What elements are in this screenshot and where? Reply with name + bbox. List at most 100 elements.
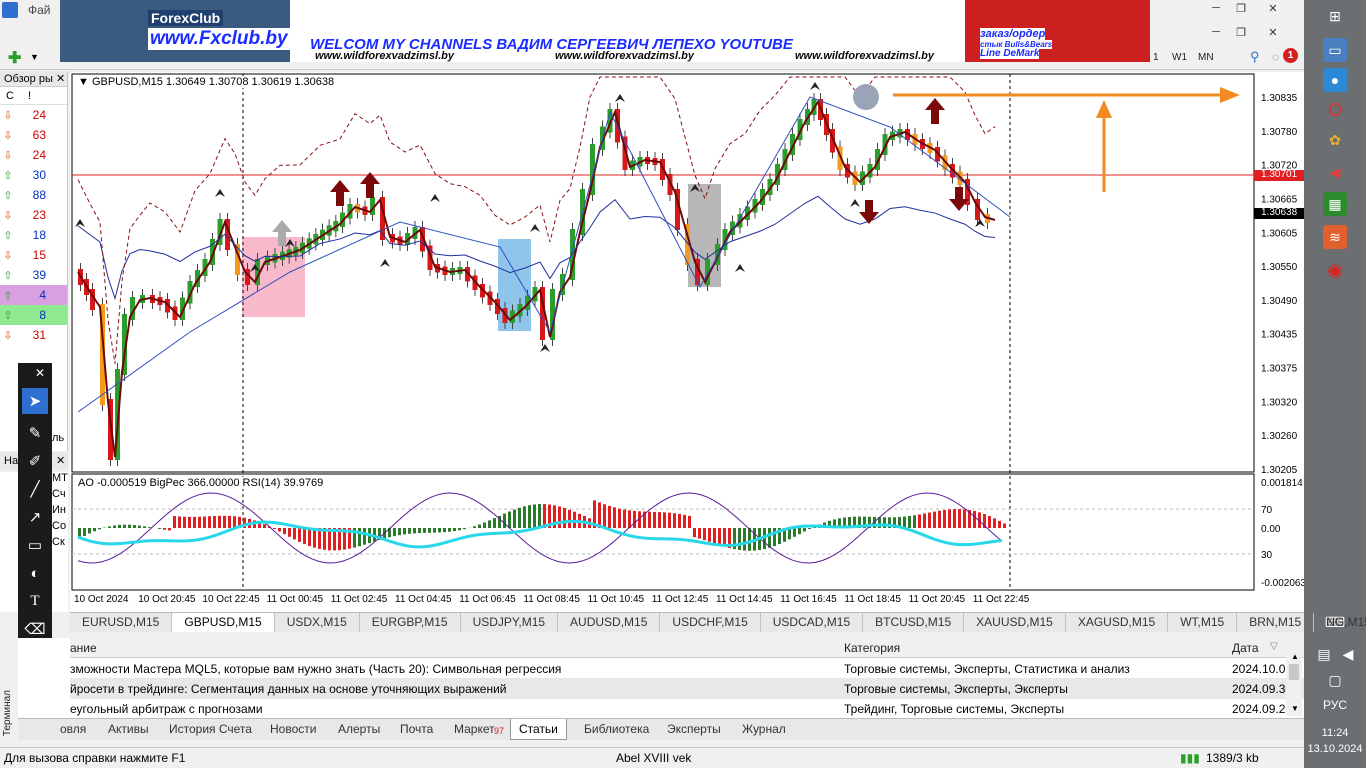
- notifications-icon[interactable]: ▢: [1323, 668, 1347, 692]
- terminal-tab[interactable]: Почта: [392, 719, 441, 740]
- symbol-tab[interactable]: BRN,M15: [1237, 613, 1315, 632]
- market-watch-row[interactable]: ⇧ 30: [0, 165, 67, 185]
- sound-app-icon[interactable]: ◀: [1323, 160, 1347, 184]
- ray-tool-icon[interactable]: ↗: [22, 504, 48, 530]
- symbol-tab[interactable]: XAUUSD,M15: [964, 613, 1066, 632]
- chat-icon[interactable]: ◌: [1272, 50, 1279, 64]
- terminal-tab[interactable]: Журнал: [734, 719, 794, 740]
- new-order-icon[interactable]: ✚: [8, 48, 28, 67]
- market-watch-row[interactable]: ⇩ 63: [0, 125, 67, 145]
- symbol-tab[interactable]: XAGUSD,M15: [1066, 613, 1169, 632]
- terminal-tab[interactable]: овля: [52, 719, 94, 740]
- pencil-tool-icon[interactable]: ✎: [22, 420, 48, 446]
- cursor-tool-icon[interactable]: ➤: [22, 388, 48, 414]
- search-icon[interactable]: ⚲: [1250, 49, 1260, 65]
- market-watch-row[interactable]: ⇧ 4: [0, 285, 67, 305]
- symbol-tab[interactable]: EURGBP,M15: [360, 613, 461, 632]
- market-watch-title-text: Обзор ры: [4, 73, 53, 85]
- calculator-icon[interactable]: ▦: [1323, 192, 1347, 216]
- mdi-close-button[interactable]: ✕: [1262, 26, 1284, 40]
- symbol-tab[interactable]: USDCHF,M15: [660, 613, 761, 632]
- sort-filter-icon[interactable]: ▽: [1270, 641, 1278, 652]
- market-watch-row[interactable]: ⇩ 24: [0, 105, 67, 125]
- text-tool-icon[interactable]: T: [22, 588, 48, 614]
- volume-icon[interactable]: ◀: [1336, 642, 1360, 666]
- ao-bar: [698, 528, 701, 539]
- terminal-tab[interactable]: Библиотека: [576, 719, 657, 740]
- market-watch-row[interactable]: ⇩ 24: [0, 145, 67, 165]
- restore-button[interactable]: ❐: [1230, 2, 1252, 16]
- market-watch-row[interactable]: ⇧ 18: [0, 225, 67, 245]
- ao-bar: [1003, 523, 1006, 528]
- alert-icon[interactable]: !: [28, 90, 31, 102]
- symbol-tab[interactable]: USDCAD,M15: [761, 613, 864, 632]
- time-axis-label: 11 Oct 18:45: [844, 594, 901, 605]
- symbol-tab[interactable]: EURUSD,M15: [70, 613, 173, 632]
- close-icon[interactable]: ✕: [56, 71, 65, 87]
- close-icon[interactable]: ✕: [32, 365, 48, 381]
- symbol-tab[interactable]: WT,M15: [1168, 613, 1238, 632]
- timeframe-w1[interactable]: W1: [1172, 52, 1187, 63]
- price-chart[interactable]: 1.30835 1.30780 1.30720 1.30665 1.30605 1.305…: [70, 72, 1306, 612]
- windows-start-icon[interactable]: ⊞: [1323, 4, 1347, 28]
- record-icon[interactable]: ◉: [1323, 258, 1347, 282]
- close-icon[interactable]: ✕: [56, 452, 65, 470]
- mdi-restore-button[interactable]: ❐: [1230, 26, 1252, 40]
- terminal-tab[interactable]: Новости: [262, 719, 324, 740]
- network-icon[interactable]: ▤: [1312, 642, 1336, 666]
- shapes-tool-icon[interactable]: ◐: [22, 560, 48, 586]
- clock-time[interactable]: 11:24: [1304, 727, 1366, 739]
- symbol-tab[interactable]: GBPUSD,M15: [172, 613, 275, 632]
- market-watch-row[interactable]: ⇩ 23: [0, 205, 67, 225]
- market-watch-row[interactable]: ⇩ 31: [0, 325, 67, 345]
- symbol-tab[interactable]: BTCUSD,M15: [863, 613, 965, 632]
- terminal-scrollbar[interactable]: ▲ ▼: [1286, 650, 1302, 716]
- close-window-button[interactable]: ✕: [1262, 2, 1284, 16]
- notification-badge[interactable]: 1: [1283, 48, 1298, 63]
- time-axis-label: 10 Oct 2024: [74, 594, 129, 605]
- col-name[interactable]: ание: [70, 641, 97, 655]
- ao-bar: [423, 528, 426, 533]
- article-row[interactable]: еугольный арбитраж с прогнозами Трейдинг,…: [70, 699, 1304, 719]
- indicator-axis-label: 0.00: [1261, 524, 1281, 535]
- app-icon[interactable]: ●: [1323, 68, 1347, 92]
- ao-bar: [688, 515, 691, 528]
- sort-icon[interactable]: C: [6, 90, 14, 102]
- clock-date[interactable]: 13.10.2024: [1304, 743, 1366, 755]
- symbol-tab[interactable]: USDX,M15: [275, 613, 360, 632]
- symbol-tab[interactable]: NG,M15: [1314, 613, 1366, 632]
- minimize-button[interactable]: ─: [1205, 2, 1227, 16]
- terminal-tab[interactable]: История Счета: [161, 719, 260, 740]
- rectangle-tool-icon[interactable]: ▭: [22, 532, 48, 558]
- chart-canvas[interactable]: 1.308351.307801.307201.306651.306051.305…: [70, 72, 1306, 612]
- timeframe-partial[interactable]: 1: [1153, 52, 1159, 63]
- price-axis-label: 1.30260: [1261, 431, 1298, 442]
- opera-icon[interactable]: O: [1323, 98, 1347, 122]
- language-indicator[interactable]: РУС: [1304, 698, 1366, 712]
- metatrader-icon[interactable]: ≋: [1323, 225, 1347, 249]
- terminal-tab[interactable]: Статьи: [510, 719, 567, 740]
- paint-icon[interactable]: ✿: [1323, 128, 1347, 152]
- terminal-tab[interactable]: Эксперты: [659, 719, 729, 740]
- article-row[interactable]: йросети в трейдинге: Сегментация данных …: [70, 679, 1304, 699]
- market-watch-row[interactable]: ⇧ 8: [0, 305, 67, 325]
- menu-file[interactable]: Фай: [28, 3, 51, 17]
- line-tool-icon[interactable]: ╱: [22, 476, 48, 502]
- symbol-tab[interactable]: USDJPY,M15: [461, 613, 559, 632]
- market-watch-row[interactable]: ⇧ 88: [0, 185, 67, 205]
- dropdown-arrow-icon[interactable]: ▼: [30, 52, 39, 62]
- symbol-tab[interactable]: AUDUSD,M15: [558, 613, 661, 632]
- status-profile: Abel XVIII vek: [616, 751, 692, 765]
- mdi-minimize-button[interactable]: ─: [1205, 26, 1227, 40]
- ao-bar: [458, 528, 461, 531]
- market-watch-row[interactable]: ⇧ 39: [0, 265, 67, 285]
- desktop-icon[interactable]: ▭: [1323, 38, 1347, 62]
- article-row[interactable]: зможности Мастера MQL5, которые вам нужн…: [70, 659, 1304, 679]
- col-category[interactable]: Категория: [844, 641, 900, 655]
- terminal-tab[interactable]: Активы: [100, 719, 157, 740]
- market-watch-row[interactable]: ⇩ 15: [0, 245, 67, 265]
- terminal-tab[interactable]: Алерты: [330, 719, 388, 740]
- col-date[interactable]: Дата: [1232, 641, 1259, 655]
- timeframe-mn[interactable]: MN: [1198, 52, 1214, 63]
- marker-tool-icon[interactable]: ✐: [22, 448, 48, 474]
